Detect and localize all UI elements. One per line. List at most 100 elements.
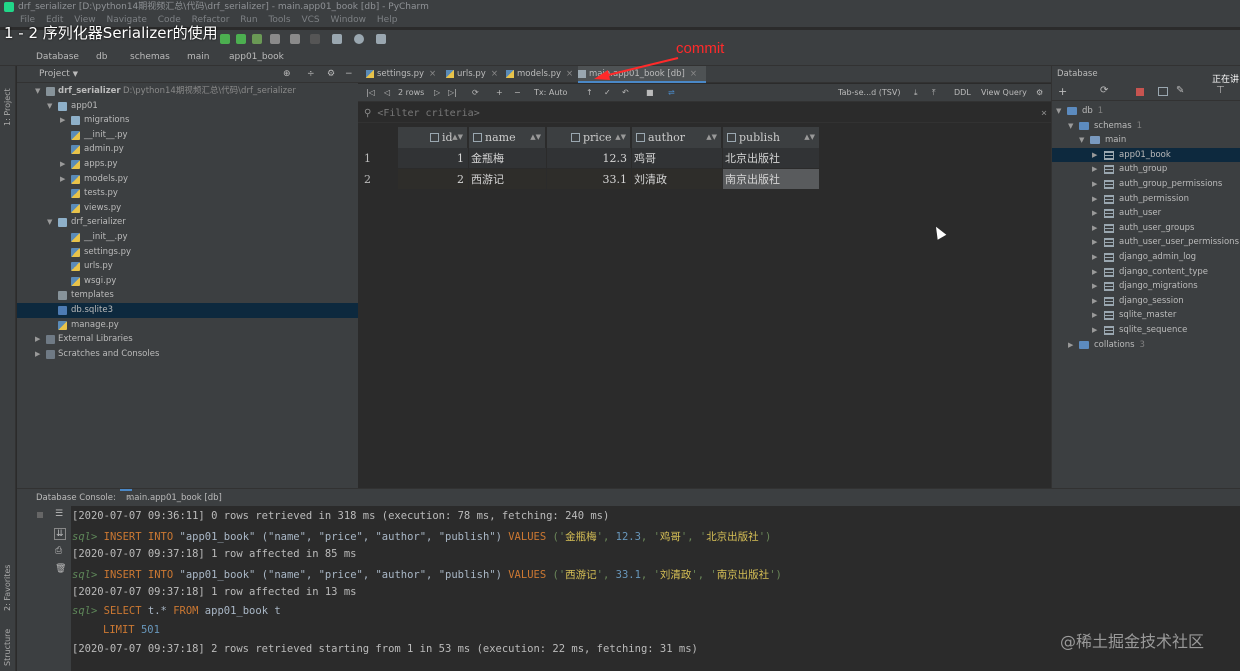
db-tree-collations[interactable]: ▶ collations 3 xyxy=(1052,338,1240,353)
soft-wrap-icon[interactable]: ☰ xyxy=(55,509,63,519)
collapsed-arrow-icon[interactable]: ▶ xyxy=(1068,338,1073,353)
favorites-tool-tab[interactable]: 2: Favorites xyxy=(3,565,12,611)
menu-run[interactable]: Run xyxy=(240,15,257,25)
filter-icon[interactable]: ⊤ xyxy=(1216,85,1225,96)
reload-icon[interactable]: ⟳ xyxy=(472,84,479,102)
collapsed-arrow-icon[interactable]: ▶ xyxy=(1092,148,1097,163)
tree-item-apps-py[interactable]: ▶ apps.py xyxy=(17,157,358,172)
collapsed-arrow-icon[interactable]: ▶ xyxy=(60,172,65,187)
cell-author[interactable]: 刘清政 xyxy=(632,169,723,190)
column-header-name[interactable]: name ▲▼ xyxy=(469,127,546,148)
view-query-button[interactable]: View Query xyxy=(981,84,1027,102)
tree-item-scratches[interactable]: ▶ Scratches and Consoles xyxy=(17,347,358,362)
collapsed-arrow-icon[interactable]: ▶ xyxy=(60,113,65,128)
collapsed-arrow-icon[interactable]: ▶ xyxy=(1092,279,1097,294)
db-tree-main[interactable]: ▼ main xyxy=(1052,133,1240,148)
sort-icon[interactable]: ▲▼ xyxy=(530,127,541,148)
close-icon[interactable]: × xyxy=(566,69,573,79)
tree-item-drf-serializer-root[interactable]: ▼ drf_serializer D:\python14期视频汇总\代码\drf… xyxy=(17,84,358,99)
cell-id[interactable]: 2 xyxy=(398,169,469,190)
breadcrumb-schemas[interactable]: schemas xyxy=(130,48,170,66)
menu-window[interactable]: Window xyxy=(331,15,367,25)
db-table-auth-permission[interactable]: ▶ auth_permission xyxy=(1052,192,1240,207)
project-view-selector[interactable]: Project xyxy=(39,69,70,79)
tab-console-app01-book[interactable]: main.app01_book [db] × xyxy=(120,489,222,503)
db-table-auth-group-permissions[interactable]: ▶ auth_group_permissions xyxy=(1052,177,1240,192)
sort-icon[interactable]: ▲▼ xyxy=(615,127,626,148)
cell-price[interactable]: 33.1 xyxy=(547,169,632,190)
tree-item-views-py[interactable]: views.py xyxy=(17,201,358,216)
db-table-auth-user-groups[interactable]: ▶ auth_user_groups xyxy=(1052,221,1240,236)
db-table-sqlite-sequence[interactable]: ▶ sqlite_sequence xyxy=(1052,323,1240,338)
db-table-auth-group[interactable]: ▶ auth_group xyxy=(1052,162,1240,177)
collapsed-arrow-icon[interactable]: ▶ xyxy=(1092,177,1097,192)
db-table-django-admin-log[interactable]: ▶ django_admin_log xyxy=(1052,250,1240,265)
db-table-django-session[interactable]: ▶ django_session xyxy=(1052,294,1240,309)
next-page-icon[interactable]: ▷ xyxy=(434,84,440,102)
profile-icon[interactable] xyxy=(270,34,280,44)
row-number[interactable]: 1 xyxy=(358,148,398,169)
collapsed-arrow-icon[interactable]: ▶ xyxy=(1092,308,1097,323)
stop-icon[interactable] xyxy=(1136,88,1144,96)
gear-icon[interactable]: ⚙ xyxy=(1036,84,1043,102)
clear-filter-icon[interactable]: × xyxy=(1041,104,1047,123)
db-tree-schemas[interactable]: ▼ schemas 1 xyxy=(1052,119,1240,134)
breadcrumb-app01-book[interactable]: app01_book xyxy=(229,48,284,66)
collapsed-arrow-icon[interactable]: ▶ xyxy=(35,332,40,347)
submit-icon[interactable]: ✓ xyxy=(604,84,611,102)
stop-icon[interactable] xyxy=(310,34,320,44)
expanded-arrow-icon[interactable]: ▼ xyxy=(47,99,52,114)
tree-item-models-py[interactable]: ▶ models.py xyxy=(17,172,358,187)
filter-criteria-input[interactable]: ⚲ <Filter criteria> × xyxy=(358,104,1051,123)
tree-item-templates[interactable]: templates xyxy=(17,288,358,303)
column-header-id[interactable]: id ▲▼ xyxy=(398,127,468,148)
breadcrumb-database[interactable]: Database xyxy=(36,48,79,66)
db-table-sqlite-master[interactable]: ▶ sqlite_master xyxy=(1052,308,1240,323)
collapsed-arrow-icon[interactable]: ▶ xyxy=(1092,294,1097,309)
print-icon[interactable]: ⎙ xyxy=(55,546,62,556)
rollback-icon[interactable]: ↶ xyxy=(622,84,629,102)
collapse-icon[interactable]: ÷ xyxy=(307,66,315,83)
close-icon[interactable]: × xyxy=(429,69,436,79)
collapsed-arrow-icon[interactable]: ▶ xyxy=(1092,206,1097,221)
edit-icon[interactable]: ✎ xyxy=(1176,85,1184,96)
table-editor-icon[interactable] xyxy=(1158,87,1168,96)
expanded-arrow-icon[interactable]: ▼ xyxy=(47,215,52,230)
expanded-arrow-icon[interactable]: ▼ xyxy=(35,84,40,99)
collapsed-arrow-icon[interactable]: ▶ xyxy=(1092,162,1097,177)
collapsed-arrow-icon[interactable]: ▶ xyxy=(1092,192,1097,207)
collapsed-arrow-icon[interactable]: ▶ xyxy=(1092,250,1097,265)
sort-icon[interactable]: ▲▼ xyxy=(452,127,463,148)
hide-panel-icon[interactable]: − xyxy=(345,66,353,83)
tree-item-tests-py[interactable]: tests.py xyxy=(17,186,358,201)
refresh-icon[interactable]: ⟳ xyxy=(1100,85,1108,96)
db-tree-db[interactable]: ▼ db 1 xyxy=(1052,104,1240,119)
tree-item-init-py-2[interactable]: __init__.py xyxy=(17,230,358,245)
tree-item-migrations[interactable]: ▶ migrations xyxy=(17,113,358,128)
tree-item-urls-py[interactable]: urls.py xyxy=(17,259,358,274)
close-icon[interactable]: × xyxy=(491,69,498,79)
last-page-icon[interactable]: ▷| xyxy=(448,84,457,102)
structure-tool-tab[interactable]: Structure xyxy=(3,629,12,666)
tree-item-settings-py[interactable]: settings.py xyxy=(17,245,358,260)
coverage-icon[interactable] xyxy=(252,34,262,44)
db-table-auth-user-user-permissions[interactable]: ▶ auth_user_user_permissions xyxy=(1052,235,1240,250)
close-icon[interactable]: × xyxy=(690,69,697,79)
concurrency-icon[interactable] xyxy=(290,34,300,44)
project-tool-tab[interactable]: 1: Project xyxy=(3,88,12,126)
column-header-publish[interactable]: publish ▲▼ xyxy=(723,127,820,148)
tree-item-drf-serializer-pkg[interactable]: ▼ drf_serializer xyxy=(17,215,358,230)
extractor-dropdown[interactable]: Tab-se...d (TSV) xyxy=(838,84,900,102)
tab-urls-py[interactable]: urls.py × xyxy=(446,66,498,83)
cell-author[interactable]: 鸡哥 xyxy=(632,148,723,169)
cell-publish[interactable]: 北京出版社 xyxy=(723,148,820,169)
gear-icon[interactable]: ⚙ xyxy=(327,66,335,83)
cell-publish-selected[interactable]: 南京出版社 xyxy=(723,169,820,190)
collapsed-arrow-icon[interactable]: ▶ xyxy=(1092,235,1097,250)
tree-item-init-py[interactable]: __init__.py xyxy=(17,128,358,143)
import-icon[interactable]: ⤒ xyxy=(932,84,936,102)
tab-models-py[interactable]: models.py × xyxy=(506,66,573,83)
menu-vcs[interactable]: VCS xyxy=(301,15,319,25)
breadcrumb-db[interactable]: db xyxy=(96,48,107,66)
db-table-auth-user[interactable]: ▶ auth_user xyxy=(1052,206,1240,221)
